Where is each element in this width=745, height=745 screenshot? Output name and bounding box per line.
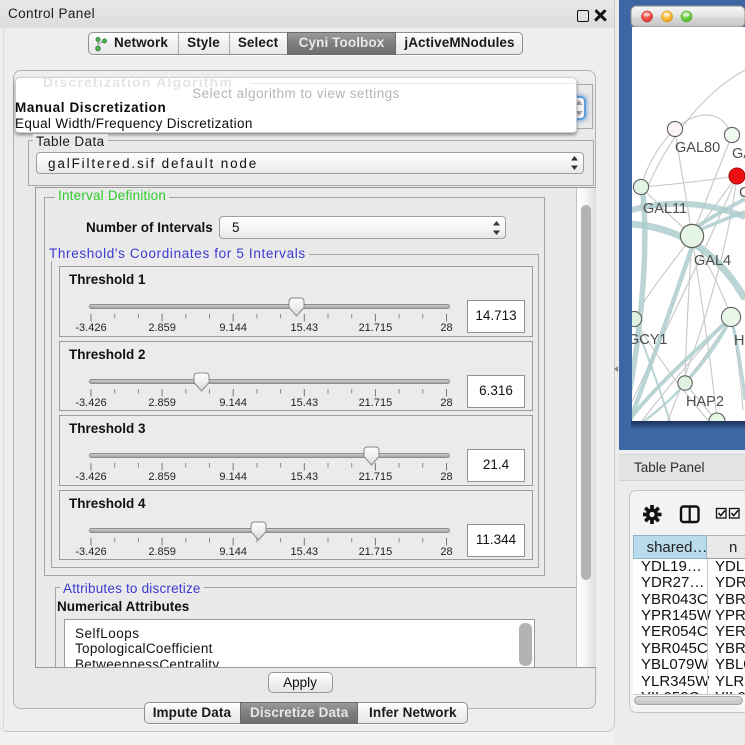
svg-text:C: C [739, 185, 745, 201]
svg-text:GA: GA [732, 146, 745, 162]
svg-text:GAL4: GAL4 [694, 253, 731, 269]
svg-text:GCY1: GCY1 [628, 332, 668, 348]
svg-text:H: H [734, 333, 744, 349]
svg-text:GAL80: GAL80 [675, 140, 720, 156]
svg-text:HAP2: HAP2 [686, 394, 724, 410]
svg-text:GAL11: GAL11 [643, 201, 687, 217]
